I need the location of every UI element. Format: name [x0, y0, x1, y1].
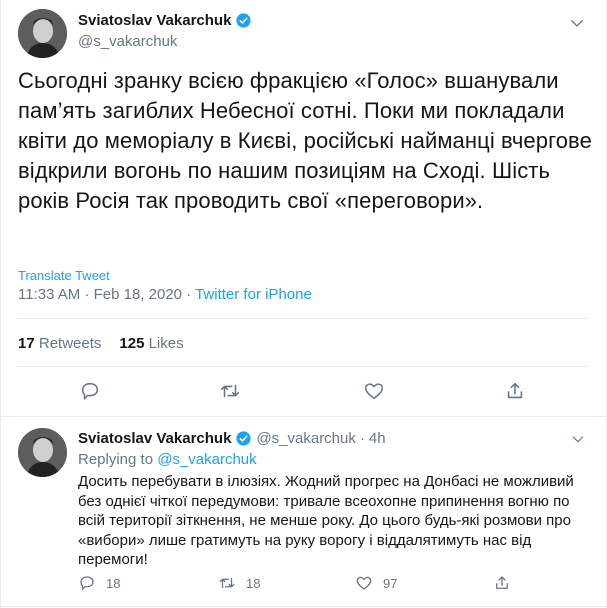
reply-author-handle[interactable]: @s_vakarchuk: [256, 430, 355, 447]
retweets-stat[interactable]: 17 Retweets: [18, 335, 101, 352]
tweet-thread: Sviatoslav Vakarchuk @s_vakarchuk Сьогод…: [0, 0, 607, 608]
chevron-down-icon[interactable]: [568, 14, 586, 32]
retweet-icon[interactable]: [219, 380, 241, 402]
reply-count: 18: [106, 575, 121, 591]
reply-actions: 18 18 97: [78, 574, 578, 594]
reply-text: Досить перебувати в ілюзіях. Жодний прог…: [78, 473, 574, 568]
likes-count: 125: [119, 335, 145, 352]
verified-badge-icon: [236, 431, 252, 446]
reply-icon[interactable]: [79, 380, 101, 402]
retweet-icon[interactable]: [218, 574, 236, 592]
tweet-source-link[interactable]: Twitter for iPhone: [195, 286, 312, 303]
verified-badge-icon: [236, 13, 252, 28]
reply-action[interactable]: 18: [78, 574, 120, 592]
reply-author-name[interactable]: Sviatoslav Vakarchuk: [78, 430, 231, 447]
like-icon[interactable]: [363, 380, 385, 402]
like-count: 97: [383, 575, 398, 591]
retweets-count: 17: [18, 335, 35, 352]
chevron-down-icon[interactable]: [570, 431, 586, 447]
likes-stat[interactable]: 125 Likes: [119, 335, 183, 352]
tweet-stats: 17 Retweets 125 Likes: [18, 335, 184, 352]
reply-author-avatar[interactable]: [18, 428, 67, 477]
likes-label: Likes: [148, 335, 184, 352]
meta-separator: ·: [84, 286, 90, 303]
like-action[interactable]: 97: [355, 574, 397, 592]
replying-to-handle-link[interactable]: @s_vakarchuk: [157, 451, 256, 468]
divider: [1, 606, 606, 607]
retweets-label: Retweets: [38, 335, 102, 352]
share-icon[interactable]: [504, 380, 526, 402]
share-action[interactable]: [493, 574, 511, 592]
like-icon[interactable]: [355, 574, 373, 592]
tweet-actions: [1, 380, 607, 404]
divider: [1, 416, 606, 417]
retweet-action[interactable]: 18: [218, 574, 260, 592]
share-icon[interactable]: [493, 574, 511, 592]
translate-tweet-link[interactable]: Translate Tweet: [18, 268, 110, 283]
replying-prefix: Replying to: [78, 451, 154, 468]
tweet-time[interactable]: 11:33 AM: [18, 286, 80, 303]
reply-header: Sviatoslav Vakarchuk @s_vakarchuk · 4h: [78, 430, 386, 447]
tweet-metadata: 11:33 AM · Feb 18, 2020 · Twitter for iP…: [18, 286, 312, 303]
divider: [18, 366, 589, 367]
author-avatar[interactable]: [18, 9, 67, 58]
retweet-count: 18: [246, 575, 261, 591]
meta-separator: ·: [359, 430, 365, 447]
author-handle[interactable]: @s_vakarchuk: [78, 33, 177, 50]
divider: [18, 318, 589, 319]
reply-age[interactable]: 4h: [369, 430, 386, 447]
tweet-date[interactable]: Feb 18, 2020: [94, 286, 182, 303]
author-name[interactable]: Sviatoslav Vakarchuk: [78, 12, 252, 29]
replying-to: Replying to @s_vakarchuk: [78, 451, 257, 468]
author-name-text[interactable]: Sviatoslav Vakarchuk: [78, 12, 231, 29]
reply-icon[interactable]: [78, 574, 96, 592]
meta-separator: ·: [186, 286, 192, 303]
tweet-text: Сьогодні зранку всією фракцією «Голос» в…: [18, 68, 592, 213]
